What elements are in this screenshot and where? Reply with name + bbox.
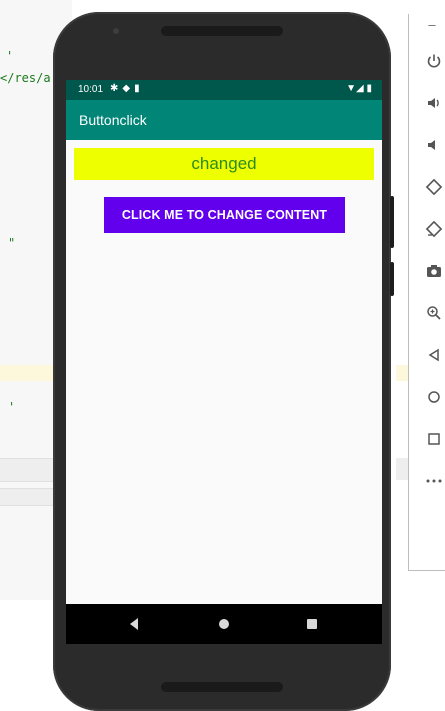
ide-tab-strip [396, 458, 408, 480]
phone-screen: 10:01 ✱◆▮ ▼◢ ▮ Buttonclick changed CLICK… [66, 80, 382, 644]
zoom-icon[interactable] [423, 302, 445, 324]
status-left-icons: ✱◆▮ [110, 83, 144, 94]
back-icon[interactable] [423, 344, 445, 366]
overview-icon[interactable] [423, 428, 445, 450]
front-camera [113, 28, 119, 34]
more-icon[interactable] [423, 470, 445, 492]
app-title: Buttonclick [79, 112, 147, 128]
app-bar: Buttonclick [66, 100, 382, 140]
status-time: 10:01 [78, 84, 104, 95]
power-icon[interactable] [423, 50, 445, 72]
home-icon[interactable] [219, 619, 229, 629]
top-speaker [161, 26, 283, 36]
recents-icon[interactable] [307, 619, 317, 629]
status-right-icons: ▼◢ ▮ [346, 83, 372, 94]
status-bar: 10:01 ✱◆▮ ▼◢ ▮ [66, 80, 382, 100]
highlighted-line [396, 365, 408, 381]
gear-icon: ✱ [110, 83, 123, 94]
code-fragment: ' [8, 400, 16, 414]
home-icon[interactable] [423, 386, 445, 408]
minimize-button[interactable]: – [421, 16, 443, 32]
back-icon[interactable] [130, 618, 138, 630]
side-button[interactable] [390, 262, 394, 296]
rotate-right-icon[interactable] [423, 218, 445, 240]
code-fragment: </res/a [0, 71, 51, 85]
wifi-icon: ▼ [346, 83, 356, 94]
change-content-button[interactable]: CLICK ME TO CHANGE CONTENT [104, 197, 345, 233]
battery-icon: ▮ [366, 83, 372, 94]
sd-card-icon: ▮ [134, 83, 144, 94]
side-button[interactable] [390, 196, 394, 248]
camera-icon[interactable] [423, 260, 445, 282]
shield-icon: ◆ [122, 83, 135, 94]
bottom-speaker [161, 682, 283, 692]
volume-down-icon[interactable] [423, 134, 445, 156]
rotate-left-icon[interactable] [423, 176, 445, 198]
volume-up-icon[interactable] [423, 92, 445, 114]
emulator-toolbar: – [408, 14, 445, 571]
navigation-bar [66, 604, 382, 644]
code-fragment: ' [6, 49, 14, 63]
signal-icon: ◢ [356, 83, 364, 94]
changed-text-view: changed [74, 148, 374, 180]
code-fragment: " [8, 236, 16, 250]
